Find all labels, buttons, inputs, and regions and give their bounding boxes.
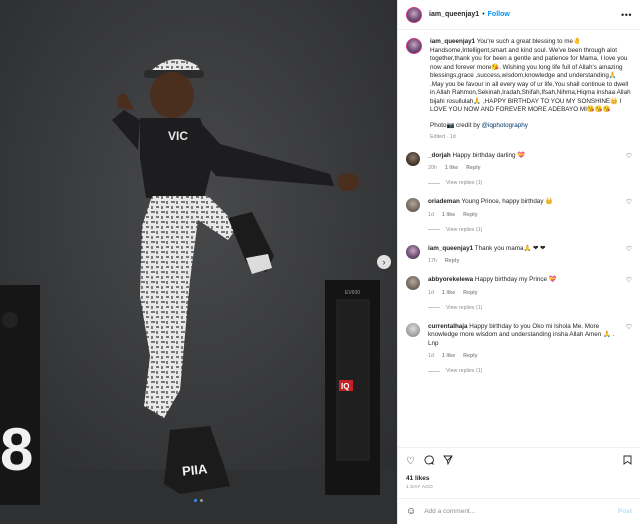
- caption-avatar[interactable]: [406, 38, 422, 54]
- reply-button[interactable]: Reply: [463, 212, 477, 218]
- svg-text:VIC: VIC: [168, 129, 188, 143]
- comment-like-icon[interactable]: ♡: [623, 198, 632, 206]
- comment-text: Happy birthday my Prince 💝: [474, 276, 557, 283]
- comment-likes[interactable]: 1 like: [442, 290, 455, 296]
- photo-credit-link[interactable]: @iqphotography: [482, 122, 528, 129]
- svg-text:PIIA: PIIA: [181, 461, 208, 479]
- view-replies-label[interactable]: View replies (1): [446, 305, 482, 311]
- comment-icon[interactable]: [424, 455, 434, 468]
- carousel-dot: [200, 499, 203, 502]
- comment-item: _dorjah Happy birthday darling 💝 20h 1 li…: [406, 151, 632, 186]
- likes-count[interactable]: 41 likes: [398, 475, 640, 482]
- svg-text:EV600: EV600: [345, 290, 360, 296]
- reply-button[interactable]: Reply: [463, 290, 477, 296]
- commenter-username[interactable]: iam_queenjay1: [428, 245, 473, 252]
- view-replies[interactable]: View replies (1): [428, 227, 632, 233]
- comment-text: Thank you mama🙏 ❤ ❤: [474, 244, 546, 252]
- commenter-username[interactable]: abbyorekelewa: [428, 276, 473, 283]
- action-bar: ♡: [398, 447, 640, 475]
- header-separator: •: [482, 11, 485, 18]
- bookmark-icon[interactable]: [623, 455, 632, 468]
- more-options-icon[interactable]: •••: [621, 10, 632, 20]
- comment-item: currentalhaja Happy birthday to you Oko …: [406, 322, 632, 374]
- author-username[interactable]: iam_queenjay1: [429, 11, 479, 18]
- comment-item: oriademan Young Prince, happy birthday 👑…: [406, 198, 632, 233]
- commenter-username[interactable]: currentalhaja: [428, 323, 468, 330]
- commenter-avatar[interactable]: [406, 276, 420, 290]
- comment-likes[interactable]: 1 like: [445, 165, 458, 171]
- author-avatar[interactable]: [406, 6, 422, 23]
- commenter-avatar[interactable]: [406, 322, 420, 337]
- carousel-dot-active: [194, 499, 197, 502]
- caption-time[interactable]: 1d: [450, 134, 456, 140]
- view-replies[interactable]: View replies (1): [428, 305, 632, 311]
- commenter-avatar[interactable]: [406, 244, 420, 259]
- view-replies[interactable]: View replies (1): [428, 368, 632, 374]
- caption-text: You're such a great blessing to me🤚 Hand…: [430, 38, 631, 113]
- edited-label: Edited: [430, 133, 446, 140]
- post-header: iam_queenjay1 • Follow •••: [398, 0, 640, 30]
- photo-scene: 8 EV600 IQ VIC PIIA: [0, 0, 397, 524]
- post-comment-button[interactable]: Post: [618, 508, 632, 515]
- caption: iam_queenjay1 You're such a great blessi…: [406, 38, 632, 140]
- comment-text: Young Prince, happy birthday 👑: [461, 198, 554, 205]
- instagram-post: 8 EV600 IQ VIC PIIA › iam_queenjay1 • Fo…: [0, 0, 640, 524]
- heart-icon[interactable]: ♡: [406, 456, 415, 467]
- comment-likes[interactable]: 1 like: [442, 353, 455, 359]
- add-comment-bar: ☺ Add a comment... Post: [398, 498, 640, 524]
- comment-time[interactable]: 1d: [428, 353, 434, 359]
- carousel-indicator: [0, 499, 397, 502]
- comment-time[interactable]: 20h: [428, 165, 437, 171]
- right-speaker: EV600 IQ: [325, 280, 380, 495]
- view-replies[interactable]: View replies (1): [428, 180, 632, 186]
- comment-like-icon[interactable]: ♡: [623, 152, 632, 160]
- carousel-next-button[interactable]: ›: [377, 255, 391, 269]
- view-replies-label[interactable]: View replies (1): [446, 368, 482, 374]
- comment-like-icon[interactable]: ♡: [623, 276, 632, 284]
- commenter-username[interactable]: oriademan: [428, 198, 460, 205]
- comment-time[interactable]: 1d: [428, 290, 434, 296]
- posted-time: 1 DAY AGO: [406, 485, 433, 490]
- reply-button[interactable]: Reply: [445, 258, 459, 264]
- reply-button[interactable]: Reply: [463, 353, 477, 359]
- comment-time[interactable]: 1d: [428, 212, 434, 218]
- comment-like-icon[interactable]: ♡: [623, 323, 632, 331]
- caption-text-block: iam_queenjay1 You're such a great blessi…: [430, 38, 632, 115]
- view-replies-label[interactable]: View replies (1): [446, 180, 482, 186]
- caption-username[interactable]: iam_queenjay1: [430, 38, 475, 45]
- left-speaker: 8: [0, 285, 40, 505]
- comment-likes[interactable]: 1 like: [442, 212, 455, 218]
- share-icon[interactable]: [443, 455, 453, 468]
- follow-button[interactable]: Follow: [488, 11, 510, 18]
- commenter-username[interactable]: _dorjah: [428, 152, 451, 159]
- comment-input[interactable]: Add a comment...: [424, 508, 618, 515]
- photo-credit-prefix: Photo📷 credit by: [430, 121, 480, 129]
- comment-item: iam_queenjay1 Thank you mama🙏 ❤ ❤ 17h Rep…: [406, 244, 632, 264]
- svg-text:8: 8: [0, 416, 33, 483]
- photo-credit: Photo📷 credit by @iqphotography: [430, 121, 632, 129]
- comments-feed[interactable]: iam_queenjay1 You're such a great blessi…: [398, 30, 640, 447]
- caption-meta: Edited · 1d: [430, 133, 456, 140]
- chevron-right-icon: ›: [382, 256, 386, 267]
- smiley-icon[interactable]: ☺: [406, 506, 416, 517]
- watermark-text: IQ: [341, 382, 349, 391]
- reply-button[interactable]: Reply: [466, 165, 480, 171]
- commenter-avatar[interactable]: [406, 198, 420, 212]
- comment-time[interactable]: 17h: [428, 258, 437, 264]
- post-side-panel: iam_queenjay1 • Follow ••• iam_queenjay1…: [397, 0, 640, 524]
- comment-item: abbyorekelewa Happy birthday my Prince 💝…: [406, 276, 632, 311]
- comment-text: Happy birthday darling 💝: [452, 151, 526, 159]
- post-photo[interactable]: 8 EV600 IQ VIC PIIA ›: [0, 0, 397, 524]
- commenter-avatar[interactable]: [406, 151, 420, 166]
- comment-like-icon[interactable]: ♡: [623, 245, 632, 253]
- view-replies-label[interactable]: View replies (1): [446, 227, 482, 233]
